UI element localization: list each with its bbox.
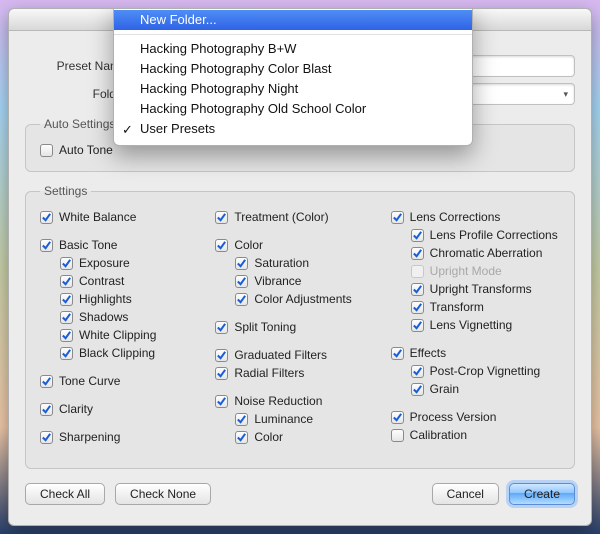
white-clipping-label: White Clipping — [79, 326, 156, 344]
dropdown-item-0[interactable]: Hacking Photography B+W — [114, 39, 472, 59]
folder-dropdown[interactable]: New Folder... Hacking Photography B+W Ha… — [113, 8, 473, 146]
chromatic-label: Chromatic Aberration — [430, 244, 543, 262]
split-toning-checkbox[interactable] — [215, 321, 228, 334]
saturation-label: Saturation — [254, 254, 309, 272]
lens-vignetting-label: Lens Vignetting — [430, 316, 513, 334]
auto-tone-checkbox[interactable] — [40, 144, 53, 157]
luminance-label: Luminance — [254, 410, 313, 428]
noise-reduction-checkbox[interactable] — [215, 395, 228, 408]
lens-corrections-label: Lens Corrections — [410, 208, 501, 226]
lens-profile-label: Lens Profile Corrections — [430, 226, 558, 244]
upright-mode-checkbox — [411, 265, 424, 278]
white-balance-label: White Balance — [59, 208, 136, 226]
white-clipping-checkbox[interactable] — [60, 329, 73, 342]
effects-checkbox[interactable] — [391, 347, 404, 360]
preset-dialog: Preset Name: Folder: ▾ Auto Settings Aut… — [8, 8, 592, 526]
color-label: Color — [234, 236, 263, 254]
highlights-checkbox[interactable] — [60, 293, 73, 306]
check-none-button[interactable]: Check None — [115, 483, 211, 505]
radial-filters-label: Radial Filters — [234, 364, 304, 382]
basic-tone-checkbox[interactable] — [40, 239, 53, 252]
dropdown-item-3[interactable]: Hacking Photography Old School Color — [114, 99, 472, 119]
settings-group: Settings White Balance Basic Tone Exposu… — [25, 184, 575, 469]
white-balance-checkbox[interactable] — [40, 211, 53, 224]
check-all-button[interactable]: Check All — [25, 483, 105, 505]
transform-checkbox[interactable] — [411, 301, 424, 314]
tone-curve-label: Tone Curve — [59, 372, 120, 390]
settings-legend: Settings — [40, 184, 91, 198]
luminance-checkbox[interactable] — [235, 413, 248, 426]
black-clipping-label: Black Clipping — [79, 344, 155, 362]
grain-checkbox[interactable] — [411, 383, 424, 396]
tone-curve-checkbox[interactable] — [40, 375, 53, 388]
post-crop-label: Post-Crop Vignetting — [430, 362, 541, 380]
lens-corrections-checkbox[interactable] — [391, 211, 404, 224]
dropdown-item-1[interactable]: Hacking Photography Color Blast — [114, 59, 472, 79]
effects-label: Effects — [410, 344, 446, 362]
highlights-label: Highlights — [79, 290, 132, 308]
cancel-button[interactable]: Cancel — [432, 483, 499, 505]
black-clipping-checkbox[interactable] — [60, 347, 73, 360]
color-nr-label: Color — [254, 428, 283, 446]
vibrance-label: Vibrance — [254, 272, 301, 290]
upright-mode-label: Upright Mode — [430, 262, 502, 280]
process-version-label: Process Version — [410, 408, 497, 426]
dropdown-item-4-label: User Presets — [140, 121, 215, 136]
treatment-checkbox[interactable] — [215, 211, 228, 224]
saturation-checkbox[interactable] — [235, 257, 248, 270]
lens-profile-checkbox[interactable] — [411, 229, 424, 242]
chevron-down-icon: ▾ — [563, 89, 568, 100]
dropdown-new-folder[interactable]: New Folder... — [114, 10, 472, 30]
lens-vignetting-checkbox[interactable] — [411, 319, 424, 332]
grain-label: Grain — [430, 380, 459, 398]
noise-reduction-label: Noise Reduction — [234, 392, 322, 410]
auto-tone-label: Auto Tone — [59, 141, 113, 159]
calibration-label: Calibration — [410, 426, 467, 444]
color-adjustments-checkbox[interactable] — [235, 293, 248, 306]
dropdown-separator — [114, 34, 472, 35]
upright-transforms-label: Upright Transforms — [430, 280, 532, 298]
create-button[interactable]: Create — [509, 483, 575, 505]
color-checkbox[interactable] — [215, 239, 228, 252]
contrast-label: Contrast — [79, 272, 124, 290]
shadows-label: Shadows — [79, 308, 128, 326]
color-adjustments-label: Color Adjustments — [254, 290, 351, 308]
clarity-checkbox[interactable] — [40, 403, 53, 416]
process-version-checkbox[interactable] — [391, 411, 404, 424]
sharpening-checkbox[interactable] — [40, 431, 53, 444]
check-icon: ✓ — [122, 121, 133, 139]
graduated-filters-checkbox[interactable] — [215, 349, 228, 362]
dropdown-item-4[interactable]: ✓ User Presets — [114, 119, 472, 139]
treatment-label: Treatment (Color) — [234, 208, 328, 226]
clarity-label: Clarity — [59, 400, 93, 418]
basic-tone-label: Basic Tone — [59, 236, 117, 254]
color-nr-checkbox[interactable] — [235, 431, 248, 444]
radial-filters-checkbox[interactable] — [215, 367, 228, 380]
chromatic-checkbox[interactable] — [411, 247, 424, 260]
post-crop-checkbox[interactable] — [411, 365, 424, 378]
sharpening-label: Sharpening — [59, 428, 120, 446]
contrast-checkbox[interactable] — [60, 275, 73, 288]
calibration-checkbox[interactable] — [391, 429, 404, 442]
upright-transforms-checkbox[interactable] — [411, 283, 424, 296]
transform-label: Transform — [430, 298, 484, 316]
exposure-checkbox[interactable] — [60, 257, 73, 270]
graduated-filters-label: Graduated Filters — [234, 346, 327, 364]
split-toning-label: Split Toning — [234, 318, 296, 336]
dropdown-item-2[interactable]: Hacking Photography Night — [114, 79, 472, 99]
auto-settings-legend: Auto Settings — [40, 117, 119, 131]
shadows-checkbox[interactable] — [60, 311, 73, 324]
vibrance-checkbox[interactable] — [235, 275, 248, 288]
exposure-label: Exposure — [79, 254, 130, 272]
